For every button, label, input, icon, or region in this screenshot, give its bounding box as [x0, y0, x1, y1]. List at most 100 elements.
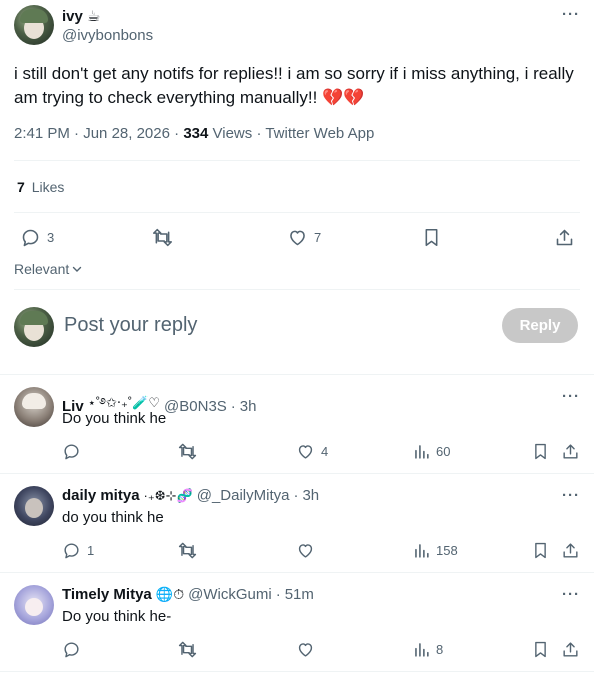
composer-avatar: [14, 307, 54, 347]
tweet-time[interactable]: 2:41 PM: [14, 125, 70, 142]
reply-count: 3: [47, 230, 55, 245]
reply-text: Do you think he-: [62, 608, 172, 625]
share-button[interactable]: [561, 640, 580, 659]
reply-author-handle[interactable]: @WickGumi: [188, 586, 272, 603]
reply-author-handle[interactable]: @_DailyMitya: [197, 487, 290, 504]
retweet-button[interactable]: [177, 640, 198, 659]
more-icon[interactable]: ···: [562, 388, 580, 405]
reply-text: Do you think he: [62, 410, 167, 427]
views-icon: [415, 544, 429, 558]
author-avatar[interactable]: [14, 5, 54, 45]
reply-header: Timely Mitya 🌐⏱ @WickGumi · 51m: [62, 586, 314, 603]
retweet-icon: [178, 641, 197, 658]
likes-label: Likes: [31, 179, 65, 195]
like-count: 4: [321, 444, 329, 459]
meta-separator: ·: [293, 487, 299, 504]
tweet-source[interactable]: Twitter Web App: [265, 125, 374, 142]
retweet-icon: [152, 228, 173, 247]
reply-author-decoration: ·₊❆⊹🧬: [143, 487, 193, 503]
reply-author-decoration: 🌐⏱: [155, 586, 185, 602]
views-button[interactable]: 158: [413, 541, 458, 560]
heart-icon: [298, 544, 313, 558]
meta-separator: ·: [74, 125, 84, 142]
reply-author-handle[interactable]: @B0N3S: [164, 398, 227, 415]
share-icon: [563, 444, 578, 459]
reply-icon: [64, 543, 79, 559]
reply-button[interactable]: 3: [20, 227, 54, 248]
views-count: 60: [436, 444, 451, 459]
meta-separator: ·: [256, 125, 266, 142]
share-button[interactable]: [561, 541, 580, 560]
sort-dropdown[interactable]: Relevant: [14, 261, 83, 277]
reply-avatar[interactable]: [14, 585, 54, 625]
reply-button[interactable]: [62, 442, 87, 461]
reply-icon: [64, 444, 79, 460]
reply-author-name[interactable]: daily mitya: [62, 487, 140, 504]
share-icon: [556, 229, 573, 246]
tweet-meta: 2:41 PM · Jun 28, 2026 · 334 Views · Twi…: [14, 125, 374, 142]
retweet-button[interactable]: [177, 442, 198, 461]
reply-time[interactable]: 3h: [302, 487, 319, 504]
views-icon: [415, 643, 429, 657]
views-label: Views: [212, 125, 253, 142]
likes-summary[interactable]: 7 Likes: [17, 179, 64, 195]
views-count: 8: [436, 642, 444, 657]
bookmark-button[interactable]: [532, 640, 549, 659]
meta-separator: ·: [230, 398, 236, 415]
like-button[interactable]: 7: [287, 227, 321, 248]
views-count: 334: [183, 125, 209, 142]
retweet-button[interactable]: [177, 541, 198, 560]
reply-time[interactable]: 51m: [285, 586, 314, 603]
tweet-text: i still don't get any notifs for replies…: [14, 64, 574, 107]
heart-icon: [290, 230, 305, 246]
reply-icon: [64, 642, 79, 658]
retweet-button[interactable]: [151, 227, 174, 248]
reply-author-name[interactable]: Timely Mitya: [62, 586, 152, 603]
meta-separator: ·: [275, 586, 281, 603]
reply-input[interactable]: Post your reply: [64, 314, 197, 337]
retweet-icon: [178, 443, 197, 460]
more-icon[interactable]: ···: [562, 6, 580, 23]
retweet-icon: [178, 542, 197, 559]
share-icon: [563, 642, 578, 657]
share-button[interactable]: [561, 442, 580, 461]
tweet-date[interactable]: Jun 28, 2026: [83, 125, 170, 142]
heart-icon: [298, 445, 313, 459]
like-button[interactable]: [296, 640, 321, 659]
meta-separator: ·: [174, 125, 184, 142]
bookmark-icon: [535, 641, 546, 658]
share-icon: [563, 543, 578, 558]
heart-icon: [298, 643, 313, 657]
reply-submit-label: Reply: [519, 317, 561, 334]
views-count: 158: [436, 543, 458, 558]
views-icon: [415, 445, 429, 459]
like-button[interactable]: [296, 541, 321, 560]
like-count: 7: [314, 230, 322, 245]
likes-count: 7: [17, 179, 25, 195]
reply-avatar[interactable]: [14, 387, 54, 427]
author-handle[interactable]: @ivybonbons: [62, 27, 153, 44]
reply-avatar[interactable]: [14, 486, 54, 526]
like-button[interactable]: 4: [296, 442, 328, 461]
reply-count: 1: [87, 543, 95, 558]
bookmark-button[interactable]: [532, 541, 549, 560]
more-icon[interactable]: ···: [562, 487, 580, 504]
bookmark-button[interactable]: [422, 227, 441, 248]
reply-button[interactable]: [62, 640, 87, 659]
more-icon[interactable]: ···: [562, 586, 580, 603]
reply-time[interactable]: 3h: [240, 398, 257, 415]
views-button[interactable]: 8: [413, 640, 443, 659]
author-name[interactable]: ivy: [62, 8, 83, 25]
reply-submit-button[interactable]: Reply: [502, 308, 578, 343]
bookmark-icon: [535, 443, 546, 460]
author-emoji: ☕: [86, 8, 101, 25]
share-button[interactable]: [554, 227, 575, 248]
reply-header: daily mitya ·₊❆⊹🧬 @_DailyMitya · 3h: [62, 487, 319, 504]
reply-button[interactable]: 1: [62, 541, 94, 560]
bookmark-icon: [535, 542, 546, 559]
views-button[interactable]: 60: [413, 442, 450, 461]
bookmark-button[interactable]: [532, 442, 549, 461]
chevron-down-icon: [73, 266, 82, 272]
reply-text: do you think he: [62, 509, 164, 526]
reply-icon: [22, 229, 39, 247]
